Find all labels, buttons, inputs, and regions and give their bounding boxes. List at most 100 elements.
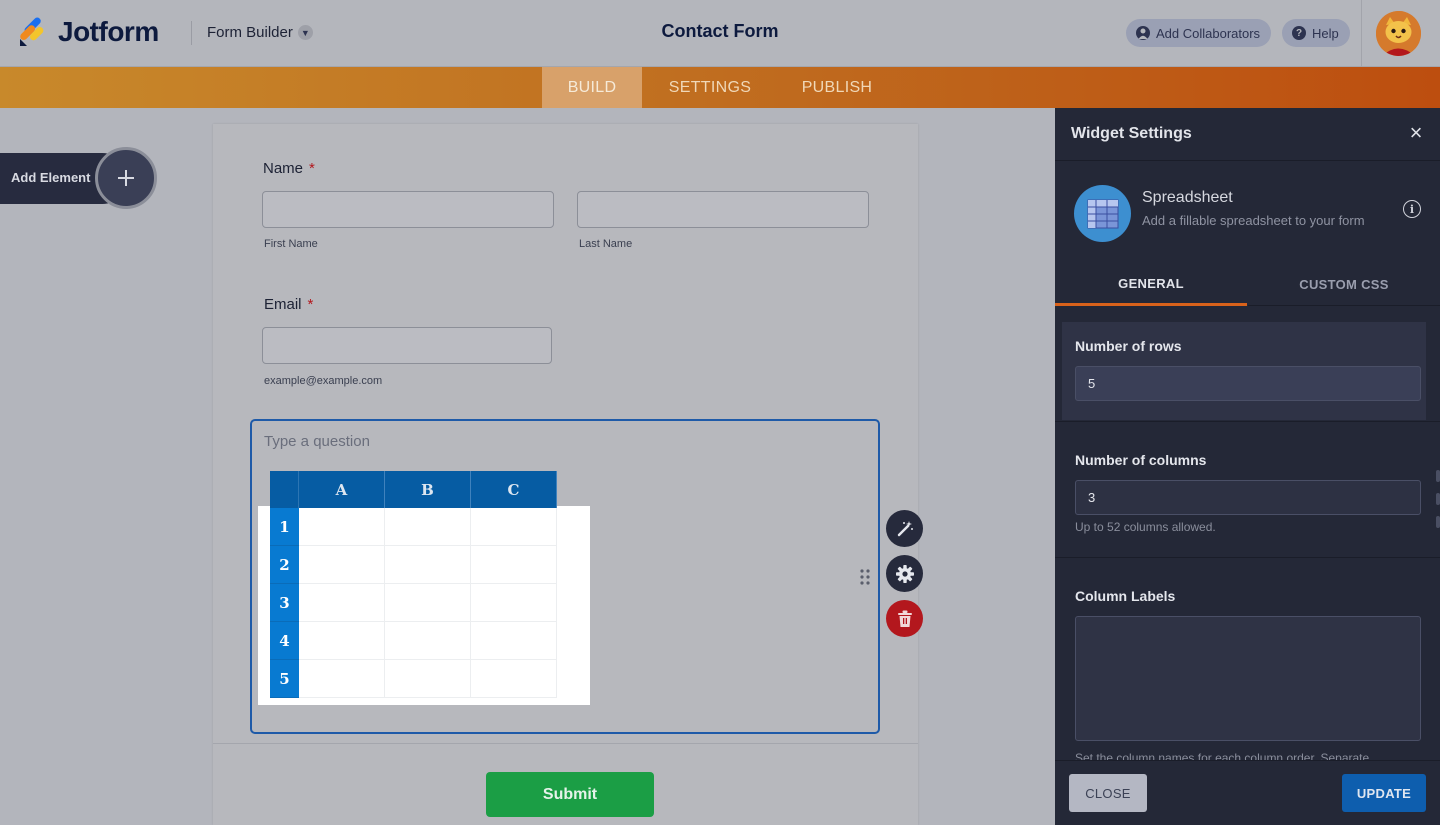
widget-name: Spreadsheet	[1142, 189, 1233, 206]
user-avatar[interactable]	[1376, 11, 1421, 56]
scrollbar-thumb[interactable]	[1436, 493, 1440, 505]
spreadsheet-cell[interactable]	[471, 584, 557, 622]
column-header-a: A	[299, 471, 385, 508]
row-number: 2	[270, 546, 299, 584]
section-divider	[1055, 421, 1440, 422]
spreadsheet-cell[interactable]	[299, 508, 385, 546]
scrollbar-thumb[interactable]	[1436, 516, 1440, 528]
update-button[interactable]: UPDATE	[1342, 774, 1426, 812]
first-name-input[interactable]	[262, 191, 554, 228]
logo-text: Jotform	[58, 16, 159, 47]
drag-handle-icon[interactable]	[860, 569, 870, 585]
add-element-label: Add Element	[11, 170, 91, 185]
spreadsheet-body: 1 2 3 4 5	[270, 508, 557, 698]
tab-build[interactable]: BUILD	[542, 67, 642, 108]
delete-button[interactable]	[886, 600, 923, 637]
scrollbar-thumb[interactable]	[1436, 470, 1440, 482]
settings-button[interactable]	[886, 555, 923, 592]
magic-wand-icon	[897, 520, 913, 536]
columns-hint: Up to 52 columns allowed.	[1075, 520, 1216, 534]
widget-settings-panel: Widget Settings × Spreadsheet Add a fill…	[1055, 108, 1440, 825]
spreadsheet-cell[interactable]	[471, 660, 557, 698]
spreadsheet-cell[interactable]	[385, 508, 471, 546]
jotform-logo[interactable]: Jotform	[18, 16, 159, 48]
row-number: 3	[270, 584, 299, 622]
name-label-text: Name	[263, 160, 304, 177]
spreadsheet-cell[interactable]	[299, 584, 385, 622]
chevron-down-icon: ▼	[297, 25, 313, 40]
columns-input[interactable]: 3	[1075, 480, 1421, 515]
top-header: Jotform Form Builder ▼ Contact Form Add …	[0, 0, 1440, 67]
column-labels-label: Column Labels	[1075, 588, 1176, 604]
email-input[interactable]	[262, 327, 552, 364]
first-name-sublabel: First Name	[264, 238, 318, 250]
form-builder-menu[interactable]: Form Builder ▼	[207, 24, 313, 41]
spreadsheet-cell[interactable]	[471, 508, 557, 546]
columns-label: Number of columns	[1075, 452, 1207, 468]
spreadsheet-header-row: A B C	[270, 471, 557, 508]
tab-settings[interactable]: SETTINGS	[648, 67, 772, 108]
last-name-sublabel: Last Name	[579, 238, 633, 250]
user-icon	[1136, 26, 1150, 40]
add-collaborators-button[interactable]: Add Collaborators	[1126, 19, 1272, 47]
spreadsheet-cell[interactable]	[471, 622, 557, 660]
required-asterisk: *	[309, 160, 315, 177]
row-number: 5	[270, 660, 299, 698]
spreadsheet-row: 4	[270, 622, 557, 660]
question-placeholder[interactable]: Type a question	[264, 433, 370, 450]
spreadsheet-cell[interactable]	[385, 584, 471, 622]
rows-label: Number of rows	[1075, 338, 1182, 354]
spreadsheet-cell[interactable]	[299, 622, 385, 660]
spreadsheet-cell[interactable]	[471, 546, 557, 584]
plus-icon[interactable]	[95, 147, 157, 209]
magic-wand-button[interactable]	[886, 510, 923, 547]
spreadsheet-row: 3	[270, 584, 557, 622]
header-divider	[191, 21, 192, 45]
row-number: 4	[270, 622, 299, 660]
required-asterisk: *	[307, 296, 314, 313]
name-field-label: Name *	[263, 160, 315, 177]
spreadsheet-row: 5	[270, 660, 557, 698]
help-button[interactable]: ? Help	[1282, 19, 1350, 47]
spreadsheet-icon	[1074, 185, 1131, 242]
section-divider	[1055, 557, 1440, 558]
spreadsheet-cell[interactable]	[385, 660, 471, 698]
avatar-cat-icon	[1376, 11, 1421, 56]
add-collaborators-label: Add Collaborators	[1156, 25, 1261, 41]
form-builder-label: Form Builder	[207, 24, 293, 41]
builder-nav-bar: BUILD SETTINGS PUBLISH	[0, 67, 1440, 108]
column-labels-textarea[interactable]	[1075, 616, 1421, 741]
tab-general[interactable]: GENERAL	[1055, 264, 1247, 306]
info-icon[interactable]: i	[1403, 200, 1421, 218]
last-name-input[interactable]	[577, 191, 869, 228]
question-icon: ?	[1292, 26, 1306, 40]
close-button[interactable]: CLOSE	[1069, 774, 1147, 812]
spreadsheet-corner-cell	[270, 471, 299, 508]
spreadsheet-cell[interactable]	[299, 660, 385, 698]
trash-icon	[897, 610, 912, 627]
help-label: Help	[1312, 25, 1339, 41]
close-icon[interactable]: ×	[1405, 122, 1427, 144]
rows-input[interactable]: 5	[1075, 366, 1421, 401]
spreadsheet-cell[interactable]	[385, 546, 471, 584]
spreadsheet-row: 2	[270, 546, 557, 584]
email-field-label: Email *	[264, 296, 313, 313]
page-break-divider	[213, 743, 918, 744]
column-header-b: B	[385, 471, 471, 508]
header-divider-right	[1361, 0, 1362, 67]
jotform-logo-icon	[20, 17, 44, 46]
widget-description: Add a fillable spreadsheet to your form	[1142, 213, 1365, 228]
panel-divider	[1055, 160, 1440, 161]
panel-title: Widget Settings	[1071, 125, 1192, 142]
panel-footer: CLOSE UPDATE	[1055, 760, 1440, 825]
tab-publish[interactable]: PUBLISH	[782, 67, 892, 108]
spreadsheet-cell[interactable]	[385, 622, 471, 660]
gear-icon	[895, 564, 914, 583]
column-header-c: C	[471, 471, 557, 508]
spreadsheet-row: 1	[270, 508, 557, 546]
spreadsheet-cell[interactable]	[299, 546, 385, 584]
submit-button[interactable]: Submit	[486, 772, 654, 817]
email-sublabel: example@example.com	[264, 375, 383, 387]
email-label-text: Email	[264, 296, 302, 313]
tab-custom-css[interactable]: CUSTOM CSS	[1248, 264, 1440, 306]
